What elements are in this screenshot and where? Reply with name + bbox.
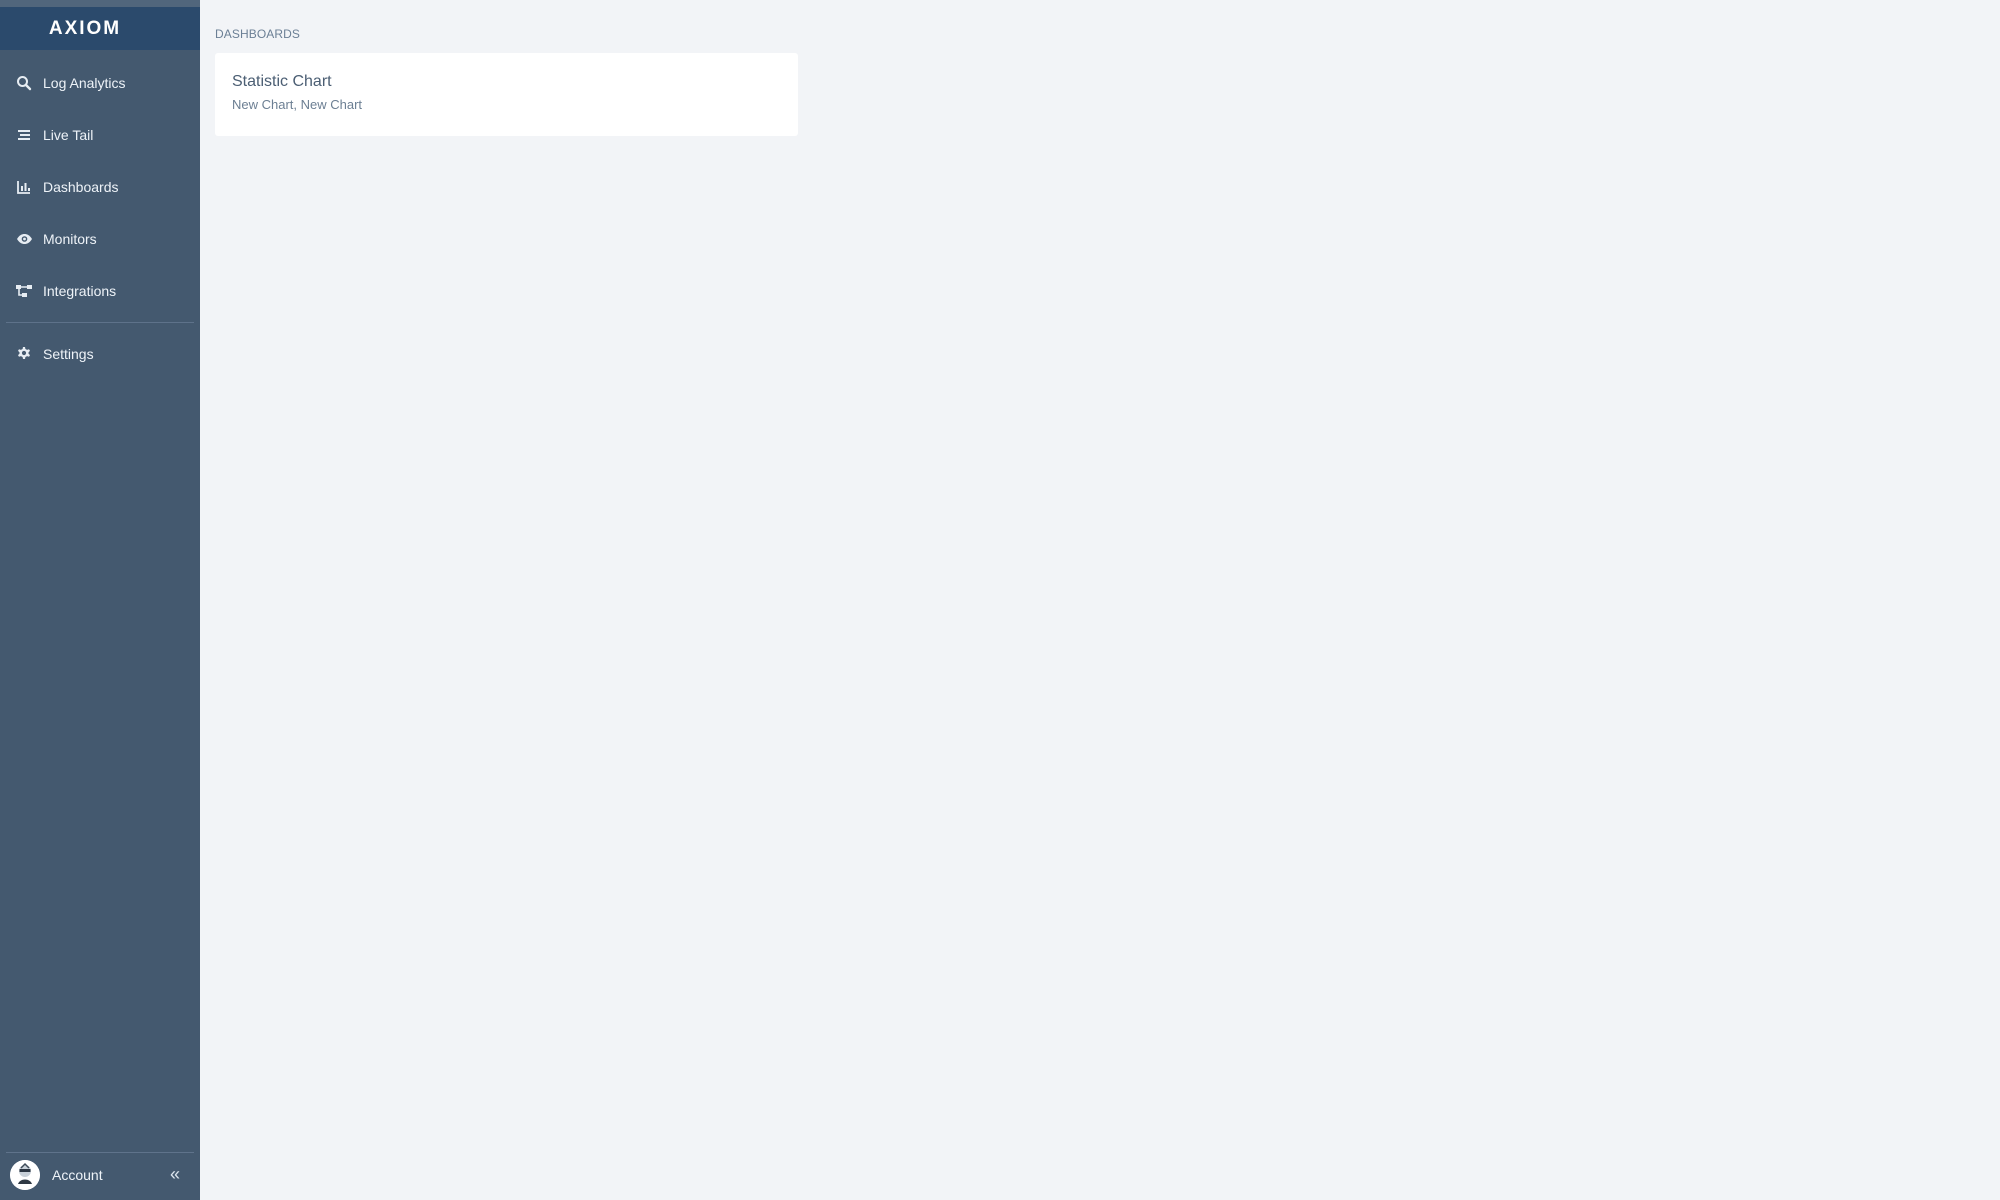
sidebar-item-integrations[interactable]: Integrations: [0, 265, 200, 317]
sidebar-nav: Log Analytics Live Tail Dashboards Monit…: [0, 57, 200, 317]
integrations-icon: [15, 282, 33, 300]
sidebar-top-strip: [0, 0, 200, 7]
sidebar-item-log-analytics[interactable]: Log Analytics: [0, 57, 200, 109]
double-chevron-left-icon[interactable]: «: [165, 1164, 185, 1184]
sidebar-settings-section: Settings: [0, 328, 200, 380]
avatar[interactable]: [10, 1160, 40, 1190]
sidebar-item-label: Settings: [43, 346, 94, 362]
search-icon: [15, 74, 33, 92]
live-tail-icon: [15, 126, 33, 144]
sidebar-item-monitors[interactable]: Monitors: [0, 213, 200, 265]
sidebar-item-label: Dashboards: [43, 179, 119, 195]
sidebar-item-settings[interactable]: Settings: [0, 328, 200, 380]
sidebar: AXIOM Log Analytics Live Tail Dashboards…: [0, 0, 200, 1200]
sidebar-item-label: Monitors: [43, 231, 97, 247]
account-menu[interactable]: Account «: [0, 1160, 200, 1190]
dashboards-icon: [15, 178, 33, 196]
sidebar-item-label: Live Tail: [43, 127, 94, 143]
sidebar-item-label: Log Analytics: [43, 75, 126, 91]
gear-icon: [15, 345, 33, 363]
monitor-eye-icon: [15, 230, 33, 248]
dashboard-card-subtitle: New Chart, New Chart: [232, 97, 363, 112]
account-label: Account: [52, 1167, 103, 1183]
account-divider: [6, 1152, 194, 1153]
sidebar-divider: [6, 322, 194, 323]
app-window: AXIOM Log Analytics Live Tail Dashboards…: [0, 0, 2000, 1200]
sidebar-item-dashboards[interactable]: Dashboards: [0, 161, 200, 213]
sidebar-item-label: Integrations: [43, 283, 117, 299]
brand-header[interactable]: AXIOM: [0, 7, 200, 50]
brand-logo: AXIOM: [48, 17, 122, 39]
dashboard-card[interactable]: Statistic Chart New Chart, New Chart: [215, 53, 798, 136]
dashboard-card-title: Statistic Chart: [232, 73, 332, 90]
breadcrumb: DASHBOARDS: [215, 27, 301, 41]
sidebar-item-live-tail[interactable]: Live Tail: [0, 109, 200, 161]
main-content: DASHBOARDS Statistic Chart New Chart, Ne…: [200, 0, 2000, 1200]
